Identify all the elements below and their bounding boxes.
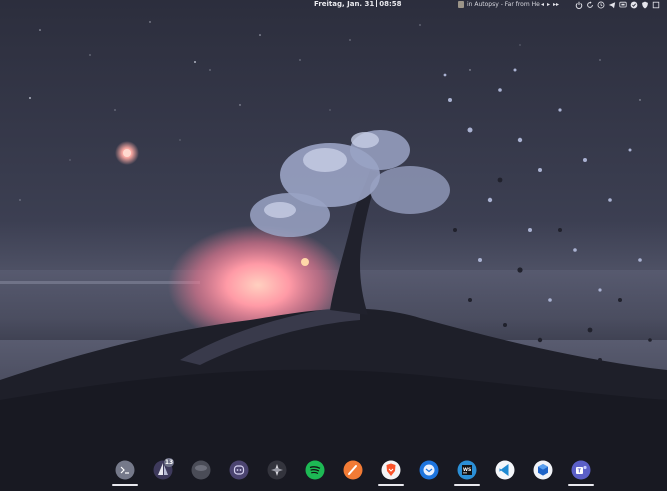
teams-icon: T	[571, 460, 591, 480]
date-time-clock[interactable]: Freitag, Jan. 31 08:58	[314, 0, 402, 9]
refresh-icon[interactable]	[586, 1, 594, 9]
virtualbox-icon	[533, 460, 553, 480]
media-controls: ◂ ▸ ▸▸	[541, 0, 559, 9]
dock-item-virtualbox[interactable]	[528, 455, 558, 487]
media-previous-icon[interactable]: ◂	[541, 1, 544, 8]
power-icon[interactable]	[575, 1, 583, 9]
desktop-wallpaper	[0, 0, 667, 491]
dock-item-terminal[interactable]	[110, 455, 140, 487]
paintbrush-icon	[343, 460, 363, 480]
telegram-icon[interactable]	[608, 1, 616, 9]
svg-text:WS: WS	[463, 467, 471, 473]
media-title: in Autopsy - Far from He	[467, 1, 540, 8]
window-icon[interactable]	[652, 1, 660, 9]
running-indicator	[568, 484, 594, 486]
top-panel: Freitag, Jan. 31 08:58 in Autopsy - Far f…	[0, 0, 667, 10]
running-indicator	[454, 484, 480, 486]
dock-item-vscode[interactable]	[490, 455, 520, 487]
svg-text:T: T	[578, 469, 582, 475]
notification-badge: 13	[164, 458, 174, 467]
vscode-icon	[495, 460, 515, 480]
dock-item-brave[interactable]	[376, 455, 406, 487]
shield-icon[interactable]	[641, 1, 649, 9]
running-indicator	[112, 484, 138, 486]
dock-item-mastodon[interactable]	[224, 455, 254, 487]
dock-item-teams[interactable]: T	[566, 455, 596, 487]
mastodon-icon	[229, 460, 249, 480]
dock-item-webstorm[interactable]: WS	[452, 455, 482, 487]
darktable-icon	[267, 460, 287, 480]
webstorm-icon: WS	[457, 460, 477, 480]
media-next-icon[interactable]: ▸▸	[553, 1, 559, 8]
check-icon[interactable]	[630, 1, 638, 9]
spotify-icon	[305, 460, 325, 480]
running-indicator	[378, 484, 404, 486]
thunderbird-icon	[419, 460, 439, 480]
dock: 13 WS T	[107, 455, 603, 487]
dock-item-sailboat[interactable]: 13	[148, 455, 178, 487]
clock-separator	[376, 0, 378, 7]
album-art-icon	[458, 1, 464, 8]
media-indicator[interactable]: in Autopsy - Far from He	[458, 0, 540, 9]
dock-item-darktable[interactable]	[262, 455, 292, 487]
dock-item-paintbrush[interactable]	[338, 455, 368, 487]
dock-item-hat[interactable]	[186, 455, 216, 487]
terminal-icon	[115, 460, 135, 480]
system-tray	[575, 0, 660, 10]
hat-icon	[191, 460, 211, 480]
clock-date: Freitag, Jan. 31	[314, 0, 375, 8]
media-play-icon[interactable]: ▸	[547, 1, 550, 8]
dock-item-thunderbird[interactable]	[414, 455, 444, 487]
dock-item-spotify[interactable]	[300, 455, 330, 487]
clock-time: 08:58	[379, 0, 402, 8]
brave-icon	[381, 460, 401, 480]
clock-icon[interactable]	[597, 1, 605, 9]
screen-icon[interactable]	[619, 1, 627, 9]
